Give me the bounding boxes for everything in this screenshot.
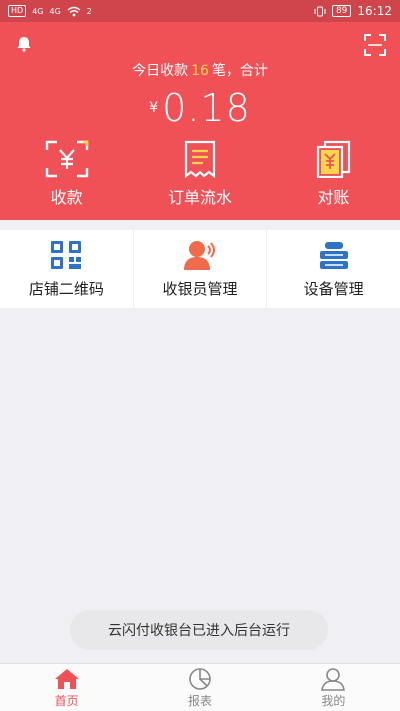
tab-mine-label: 我的 xyxy=(321,693,346,708)
today-count: 16 xyxy=(191,63,209,79)
home-icon xyxy=(54,668,79,689)
reconcile-icon xyxy=(317,140,351,178)
header: 今日收款 16 笔，合计 ¥0.18 收款 订单流水 对账 xyxy=(0,22,400,220)
amount-value: 0.18 xyxy=(162,86,251,130)
today-suffix: 笔，合计 xyxy=(211,63,268,79)
orders-label: 订单流水 xyxy=(167,188,232,207)
orders-button[interactable]: 订单流水 xyxy=(133,140,266,210)
signal-2: 4G xyxy=(49,6,61,16)
tab-mine[interactable]: 我的 xyxy=(267,664,400,711)
status-left: HD 4G 4G 2 xyxy=(8,5,92,17)
collect-label: 收款 xyxy=(50,188,83,207)
wifi-icon xyxy=(67,6,81,16)
pie-chart-icon xyxy=(189,667,211,690)
toast-message: 云闪付收银台已进入后台运行 xyxy=(70,610,328,650)
status-bar: HD 4G 4G 2 89 16:12 xyxy=(0,0,400,22)
bottom-nav: 首页 报表 我的 xyxy=(0,663,400,711)
receipt-icon xyxy=(184,140,216,178)
yen-scan-icon xyxy=(45,140,88,178)
store-qrcode-label: 店铺二维码 xyxy=(28,279,104,298)
bell-icon[interactable] xyxy=(14,34,34,54)
today-summary: 今日收款 16 笔，合计 xyxy=(0,60,400,80)
qrcode-icon xyxy=(51,240,82,269)
wifi-sup: 2 xyxy=(86,6,92,16)
user-icon xyxy=(321,667,346,691)
currency-symbol: ¥ xyxy=(149,100,159,116)
device-icon xyxy=(319,241,348,269)
store-qrcode-item[interactable]: 店铺二维码 xyxy=(0,230,134,308)
header-actions: 收款 订单流水 对账 xyxy=(0,140,400,210)
hd-badge: HD xyxy=(8,5,27,17)
today-prefix: 今日收款 xyxy=(132,63,189,79)
vibrate-icon xyxy=(314,6,326,16)
scan-icon[interactable] xyxy=(364,34,386,56)
tab-report[interactable]: 报表 xyxy=(133,664,266,711)
collect-button[interactable]: 收款 xyxy=(0,140,133,210)
status-right: 89 16:12 xyxy=(314,4,392,18)
today-amount: ¥0.18 xyxy=(0,86,400,130)
tab-home-label: 首页 xyxy=(54,693,79,708)
menu-grid: 店铺二维码 收银员管理 设备管理 xyxy=(0,230,400,308)
signal-1: 4G xyxy=(32,6,44,16)
tab-report-label: 报表 xyxy=(187,693,212,708)
cashier-manage-label: 收银员管理 xyxy=(162,279,238,298)
cashier-icon xyxy=(184,240,215,270)
tab-home[interactable]: 首页 xyxy=(0,664,133,711)
clock: 16:12 xyxy=(357,4,392,18)
cashier-manage-item[interactable]: 收银员管理 xyxy=(134,230,268,308)
reconcile-label: 对账 xyxy=(317,188,350,207)
reconcile-button[interactable]: 对账 xyxy=(267,140,400,210)
battery-level: 89 xyxy=(331,5,352,17)
device-manage-label: 设备管理 xyxy=(303,279,364,298)
device-manage-item[interactable]: 设备管理 xyxy=(267,230,400,308)
